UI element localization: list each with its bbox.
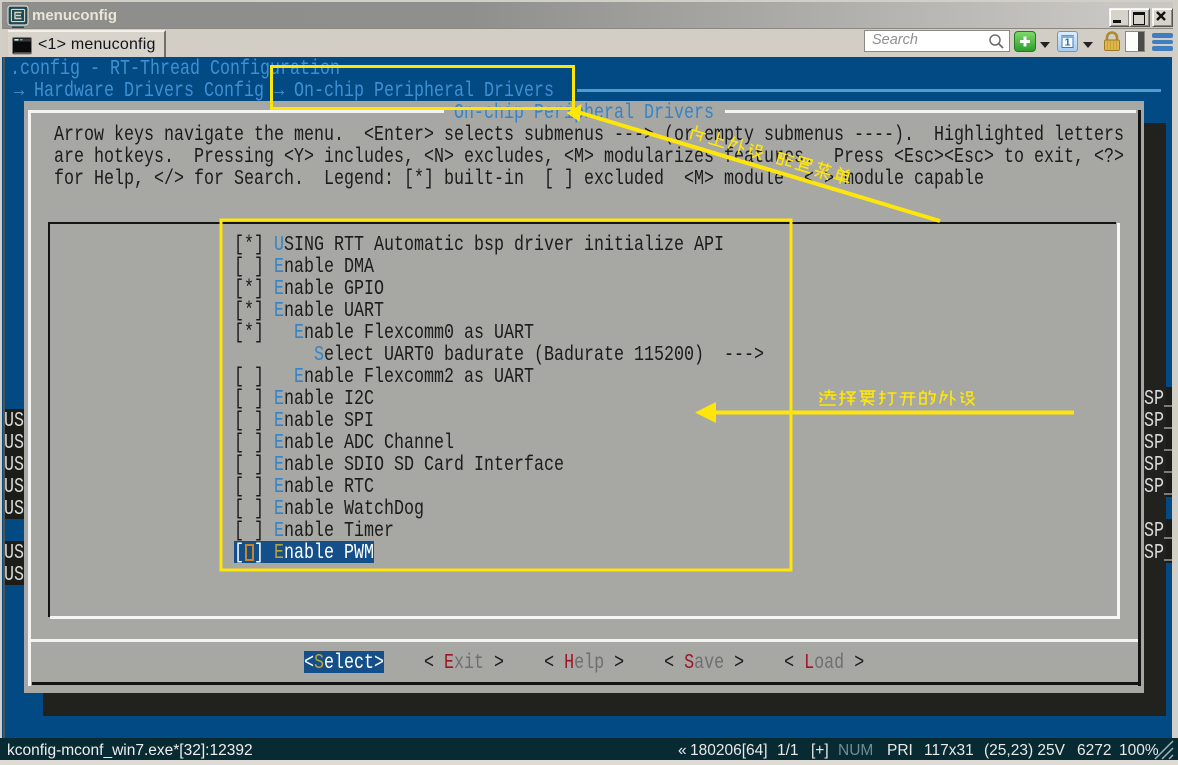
svg-text:1: 1 [1065,37,1071,49]
